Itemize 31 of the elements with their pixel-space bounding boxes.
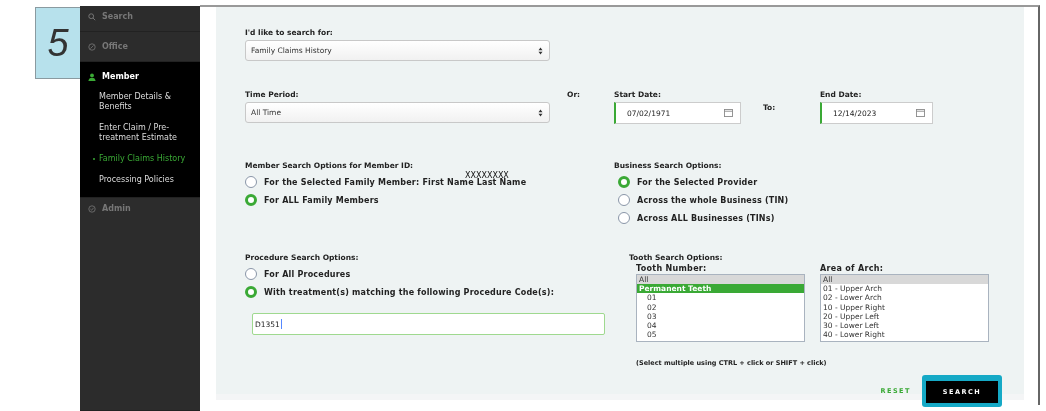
step-number-badge: 5 <box>35 7 80 79</box>
radio-button[interactable] <box>245 268 257 280</box>
circle-check-icon <box>88 204 96 213</box>
sidebar-link[interactable]: Family Claims History <box>80 154 200 164</box>
sidebar-section[interactable]: Member <box>80 62 200 91</box>
sidebar-link[interactable]: Enter Claim / Pre-treatment Estimate <box>80 123 200 143</box>
sidebar-link[interactable]: Member Details & Benefits <box>80 92 200 112</box>
radio-label: For ALL Family Members <box>264 195 379 205</box>
calendar-icon <box>724 109 733 117</box>
member-id: XXXXXXXX <box>465 171 509 180</box>
circle-slash-icon <box>88 42 96 51</box>
list-label: Tooth Number: <box>636 264 708 273</box>
person-icon <box>88 72 96 81</box>
list-label: Area of Arch: <box>820 264 885 273</box>
radio-label: For the Selected Provider <box>637 177 758 187</box>
radio-button[interactable] <box>245 286 257 298</box>
radio-button[interactable] <box>245 176 257 188</box>
updown-arrows-icon <box>538 46 543 55</box>
updown-arrows-icon <box>538 108 543 117</box>
radio-label: For the Selected Family Member: First Name Last Name <box>264 177 527 187</box>
radio-button[interactable] <box>618 194 630 206</box>
radio-label: Across ALL Businesses (TINs) <box>637 213 775 223</box>
radio-button[interactable] <box>618 212 630 224</box>
radio-label: For All Procedures <box>264 269 351 279</box>
radio-label: Across the whole Business (TIN) <box>637 195 789 205</box>
radio-button[interactable] <box>245 194 257 206</box>
sidebar-link[interactable]: Processing Policies <box>80 175 200 185</box>
search-icon <box>88 12 96 21</box>
calendar-icon <box>916 109 925 117</box>
radio-button[interactable] <box>618 176 630 188</box>
radio-label: With treatment(s) matching the following Procedure Code(s): <box>264 287 555 297</box>
